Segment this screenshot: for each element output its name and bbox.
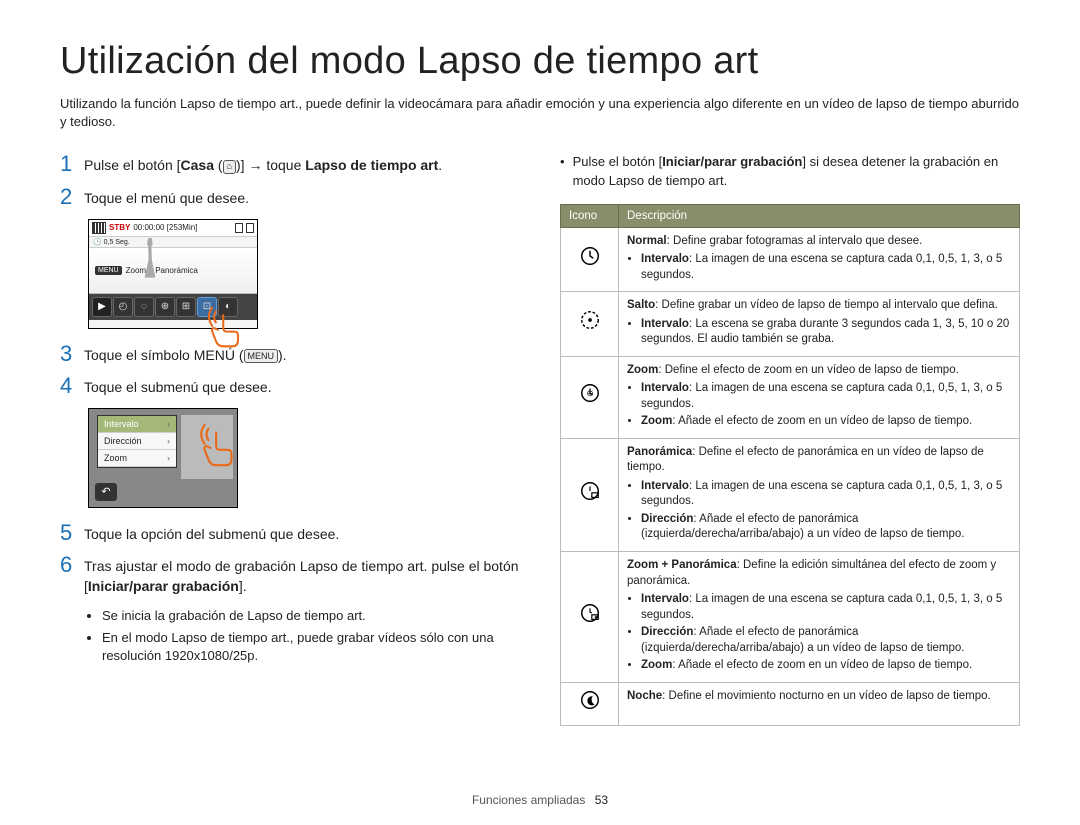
page-number: 53 [595, 793, 608, 807]
camera-screenshot-2: Intervalo› Dirección› Zoom› ↶ [88, 408, 238, 508]
bold-text: Iniciar/parar grabación [662, 154, 802, 169]
sec-label: 0,5 Seg. [104, 239, 130, 246]
left-column: 1 Pulse el botón [Casa (⌂)] → toque Laps… [60, 153, 520, 725]
camera-screenshot-1: STBY 00:00:00 [253Min] 🕒 0,5 Seg. MENU Z… [88, 219, 258, 329]
intro-text: Utilizando la función Lapso de tiempo ar… [60, 95, 1020, 131]
step-bold: Lapso de tiempo art [305, 157, 438, 173]
footer-label: Funciones ampliadas [472, 793, 585, 807]
tap-hand-icon [195, 421, 243, 469]
step-number: 4 [60, 375, 84, 397]
film-icon [92, 222, 106, 234]
step-3: 3 Toque el símbolo MENÚ (MENU). [60, 343, 520, 366]
row-icon [561, 292, 619, 357]
row-description: Zoom: Define el efecto de zoom en un víd… [619, 356, 1020, 438]
back-button[interactable]: ↶ [95, 483, 117, 501]
battery-icon [246, 223, 254, 233]
step-number: 5 [60, 522, 84, 544]
mode-salto-icon[interactable]: ◌ [134, 297, 154, 317]
clock-icon: 🕒 [93, 239, 102, 246]
step-2: 2 Toque el menú que desee. [60, 186, 520, 209]
card-icon [235, 223, 243, 233]
chevron-right-icon: › [167, 419, 170, 429]
page-title: Utilización del modo Lapso de tiempo art [60, 40, 1020, 83]
step-bold: Iniciar/parar grabación [88, 578, 239, 594]
submenu-box: Intervalo› Dirección› Zoom› [97, 415, 177, 468]
table-row: Normal: Define grabar fotogramas al inte… [561, 227, 1020, 292]
mode-label: Zoom + Panorámica [126, 266, 198, 275]
row-description: Noche: Define el movimiento nocturno en … [619, 682, 1020, 725]
step-text: Pulse el botón [ [84, 157, 181, 173]
row-icon: ⊕ [561, 356, 619, 438]
table-row: Noche: Define el movimiento nocturno en … [561, 682, 1020, 725]
step-5: 5 Toque la opción del submenú que desee. [60, 522, 520, 545]
step-text: Toque el submenú que desee. [84, 375, 272, 398]
icon-description-table: Icono Descripción Normal: Define grabar … [560, 204, 1020, 726]
right-column: Pulse el botón [Iniciar/parar grabación]… [560, 153, 1020, 725]
table-row: ⊕Zoom: Define el efecto de zoom en un ví… [561, 356, 1020, 438]
row-icon [561, 227, 619, 292]
right-bullet: Pulse el botón [Iniciar/parar grabación]… [560, 153, 1020, 189]
row-description: Normal: Define grabar fotogramas al inte… [619, 227, 1020, 292]
mode-zoom-icon[interactable]: ⊕ [155, 297, 175, 317]
menu-chip: MENU [95, 266, 122, 275]
mode-normal-icon[interactable]: ◴ [113, 297, 133, 317]
arrow-icon: → [248, 156, 262, 176]
row-description: Salto: Define grabar un vídeo de lapso d… [619, 292, 1020, 357]
submenu-item[interactable]: Zoom› [98, 450, 176, 467]
bullet-item: En el modo Lapso de tiempo art., puede g… [102, 629, 520, 665]
step-number: 3 [60, 343, 84, 365]
submenu-item[interactable]: Dirección› [98, 433, 176, 450]
page-footer: Funciones ampliadas 53 [0, 793, 1080, 807]
th-icono: Icono [561, 204, 619, 227]
row-icon [561, 552, 619, 683]
bullet-item: Se inicia la grabación de Lapso de tiemp… [102, 607, 520, 625]
step-4: 4 Toque el submenú que desee. [60, 375, 520, 398]
row-icon [561, 438, 619, 551]
chevron-right-icon: › [167, 436, 170, 446]
step-1: 1 Pulse el botón [Casa (⌂)] → toque Laps… [60, 153, 520, 176]
row-description: Zoom + Panorámica: Define la edición sim… [619, 552, 1020, 683]
home-icon: ⌂ [223, 160, 236, 174]
step-bold: Casa [181, 157, 214, 173]
step-number: 2 [60, 186, 84, 208]
row-icon [561, 682, 619, 725]
step-6: 6 Tras ajustar el modo de grabación Laps… [60, 554, 520, 596]
step-text: Toque la opción del submenú que desee. [84, 522, 339, 545]
table-row: Salto: Define grabar un vídeo de lapso d… [561, 292, 1020, 357]
mode-pan-icon[interactable]: ⊞ [176, 297, 196, 317]
step-number: 6 [60, 554, 84, 576]
submenu-item[interactable]: Intervalo› [98, 416, 176, 433]
th-descripcion: Descripción [619, 204, 1020, 227]
row-description: Panorámica: Define el efecto de panorámi… [619, 438, 1020, 551]
tap-hand-icon [203, 304, 249, 350]
menu-button-icon: MENU [244, 349, 279, 363]
chevron-right-icon: › [167, 453, 170, 463]
step-number: 1 [60, 153, 84, 175]
sub-bullets: Se inicia la grabación de Lapso de tiemp… [88, 607, 520, 666]
play-icon[interactable]: ▶ [92, 297, 112, 317]
stby-label: STBY [109, 223, 130, 232]
table-row: Zoom + Panorámica: Define la edición sim… [561, 552, 1020, 683]
shot-time: 00:00:00 [253Min] [133, 223, 197, 232]
table-row: Panorámica: Define el efecto de panorámi… [561, 438, 1020, 551]
step-text: Toque el menú que desee. [84, 186, 249, 209]
